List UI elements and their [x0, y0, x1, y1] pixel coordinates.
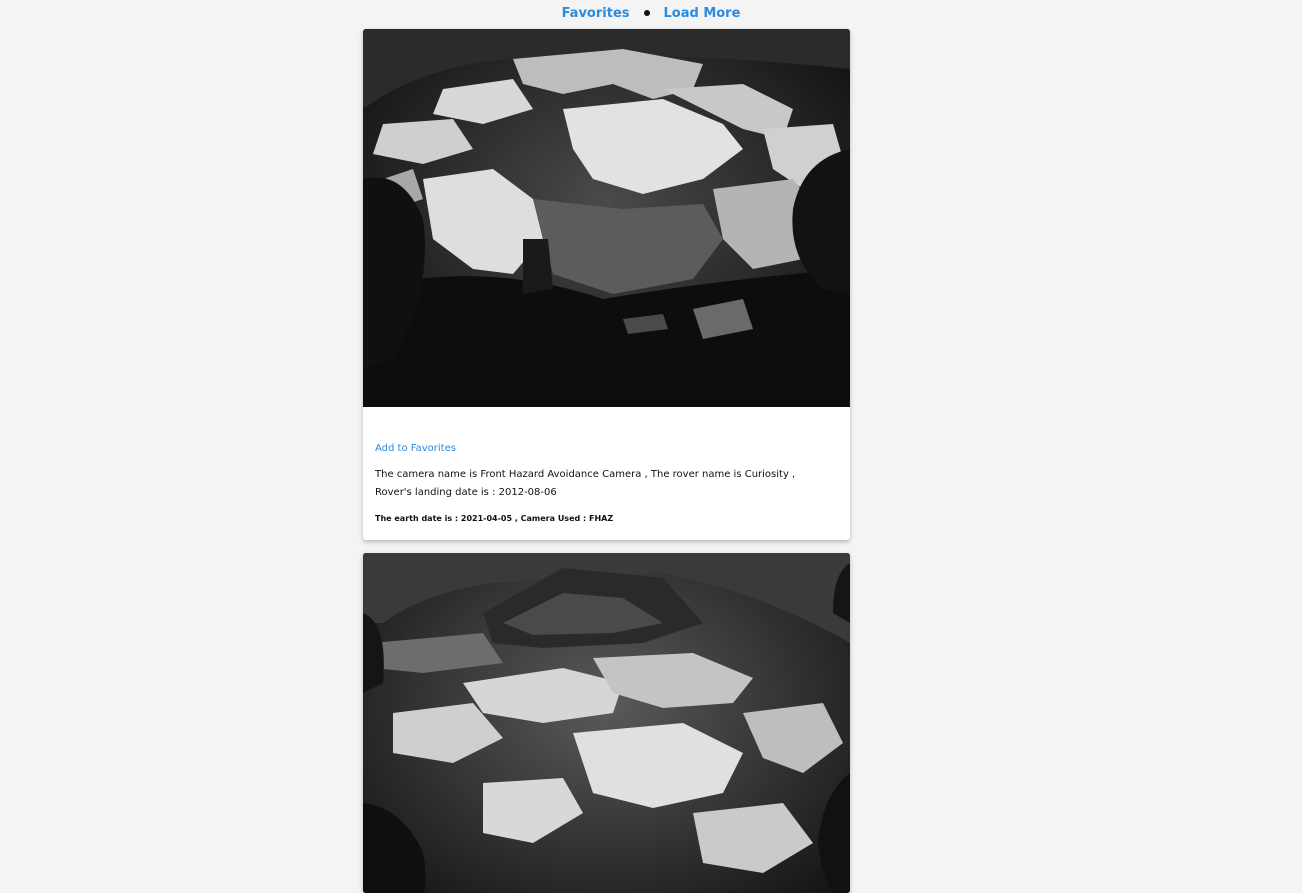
card-body: Add to Favorites The camera name is Fron… [363, 407, 850, 523]
load-more-link[interactable]: Load More [662, 6, 743, 21]
photo-card: Add to Favorites The camera name is Fron… [363, 29, 850, 540]
description-line: The camera name is Front Hazard Avoidanc… [375, 469, 796, 480]
favorites-link[interactable]: Favorites [560, 6, 632, 21]
earth-date-text: The earth date is : 2021-04-05 , Camera … [375, 514, 614, 523]
nav-separator-dot [643, 10, 650, 16]
add-to-favorites-link[interactable]: Add to Favorites [375, 443, 456, 454]
photo-description: The camera name is Front Hazard Avoidanc… [375, 466, 838, 502]
mars-rover-photo-icon [363, 29, 850, 407]
mars-rover-photo-icon [363, 553, 850, 893]
top-nav: Favorites Load More [0, 0, 1302, 26]
description-line: Rover's landing date is : 2012-08-06 [375, 487, 557, 498]
photo-card [363, 553, 850, 893]
